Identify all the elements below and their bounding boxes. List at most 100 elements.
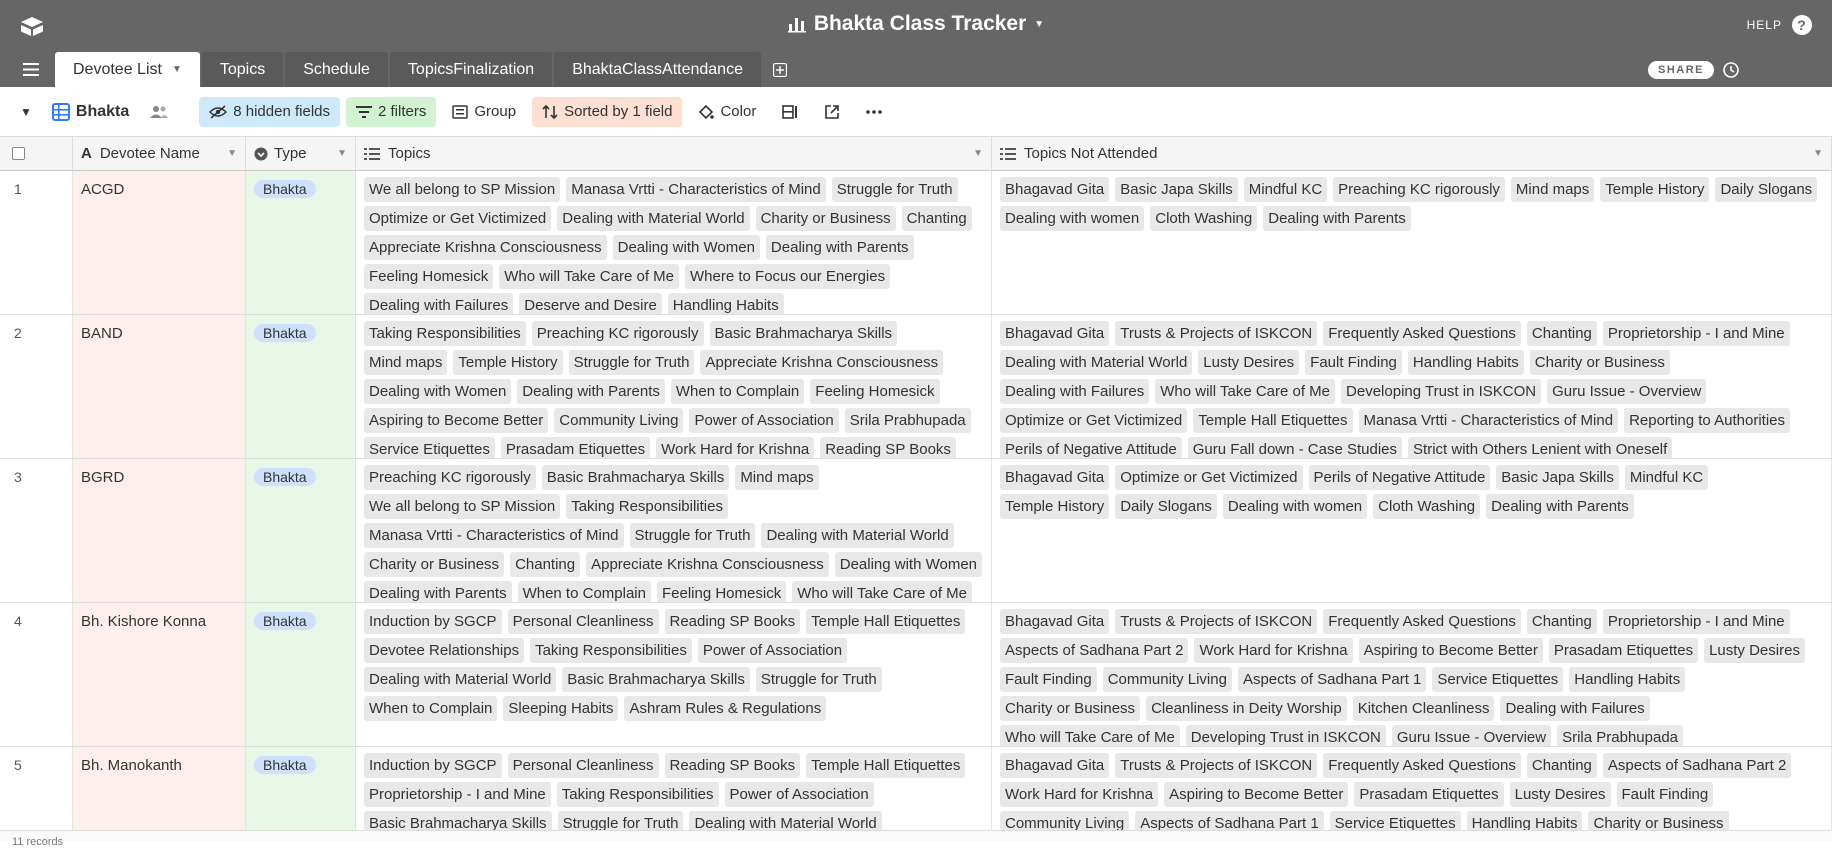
not-attended-topic-chip: Bhagavad Gita: [1000, 465, 1110, 490]
devotee-name-cell[interactable]: Bh. Kishore Konna: [73, 603, 246, 746]
topics-not-attended-cell[interactable]: Bhagavad Gita Trusts & Projects of ISKCON…: [992, 315, 1832, 458]
topic-chip: Taking Responsibilities: [530, 638, 692, 663]
select-all-checkbox[interactable]: [12, 147, 25, 160]
not-attended-topic-chip: Trusts & Projects of ISKCON: [1115, 753, 1318, 778]
topic-chip: Service Etiquettes: [364, 437, 495, 458]
more-options-button[interactable]: [856, 97, 892, 127]
topics-cell[interactable]: We all belong to SP Mission Manasa Vrtti …: [356, 171, 992, 314]
column-label: Topics: [388, 145, 431, 162]
not-attended-topic-chip: Perils of Negative Attitude: [1000, 437, 1182, 458]
group-button[interactable]: Group: [442, 97, 526, 127]
not-attended-topic-chip: Dealing with Parents: [1486, 494, 1634, 519]
group-icon: [452, 104, 469, 119]
topic-chip: Mind maps: [364, 350, 448, 375]
sort-button[interactable]: Sorted by 1 field: [532, 96, 683, 127]
not-attended-topic-chip: Dealing with Failures: [1000, 379, 1150, 404]
not-attended-topic-chip: Work Hard for Krishna: [1000, 782, 1159, 807]
not-attended-topic-chip: Mindful KC: [1243, 177, 1328, 202]
type-chip: Bhakta: [254, 612, 316, 630]
chevron-down-icon[interactable]: ▼: [1813, 148, 1823, 159]
topics-cell[interactable]: Induction by SGCP Personal Cleanliness Rea…: [356, 603, 992, 746]
devotee-name-cell[interactable]: ACGD: [73, 171, 246, 314]
devotee-name-cell[interactable]: BGRD: [73, 459, 246, 602]
not-attended-topic-chip: Mind maps: [1510, 177, 1595, 202]
not-attended-topic-list: Bhagavad Gita Basic Japa Skills Mindful KC…: [1000, 177, 1823, 231]
column-header-type[interactable]: Type ▼: [246, 137, 356, 171]
not-attended-topic-chip: Mindful KC: [1624, 465, 1709, 490]
topics-not-attended-cell[interactable]: Bhagavad Gita Basic Japa Skills Mindful KC…: [992, 171, 1832, 314]
view-sidebar-toggle-icon[interactable]: ▼: [20, 105, 32, 119]
eye-slash-icon: [209, 104, 228, 119]
not-attended-topic-chip: Daily Slogans: [1715, 177, 1818, 202]
tab-bhakta-class-attendance[interactable]: BhaktaClassAttendance: [554, 52, 761, 87]
topic-list: We all belong to SP Mission Manasa Vrtti …: [364, 177, 983, 314]
topic-chip: Dealing with Material World: [557, 206, 750, 231]
tab-topics-finalization[interactable]: TopicsFinalization: [389, 52, 553, 87]
chevron-down-icon[interactable]: ▼: [973, 148, 983, 159]
menu-icon[interactable]: [23, 63, 39, 76]
topics-not-attended-cell[interactable]: Bhagavad Gita Trusts & Projects of ISKCON…: [992, 603, 1832, 746]
row-number: 1: [0, 171, 73, 314]
hidden-fields-button[interactable]: 8 hidden fields: [199, 96, 340, 127]
table-row[interactable]: 1 ACGD Bhakta We all belong to SP Mission Ma…: [0, 171, 1832, 315]
chevron-down-icon[interactable]: ▼: [337, 148, 347, 159]
topic-chip: Temple Hall Etiquettes: [806, 753, 966, 778]
column-header-devotee-name[interactable]: A Devotee Name ▼: [73, 137, 246, 171]
add-table-button[interactable]: [763, 52, 797, 87]
topic-chip: Charity or Business: [755, 206, 896, 231]
not-attended-topic-chip: Temple Hall Etiquettes: [1193, 408, 1353, 433]
topics-not-attended-cell[interactable]: Bhagavad Gita Trusts & Projects of ISKCON…: [992, 747, 1832, 830]
chevron-down-icon[interactable]: ▼: [227, 148, 237, 159]
collaborators-icon[interactable]: [149, 105, 169, 119]
not-attended-topic-chip: Temple History: [1600, 177, 1710, 202]
single-select-icon: [254, 147, 268, 160]
topic-chip: Manasa Vrtti - Characteristics of Mind: [364, 523, 624, 548]
type-cell[interactable]: Bhakta: [246, 603, 356, 746]
type-cell[interactable]: Bhakta: [246, 747, 356, 830]
not-attended-topic-chip: Chanting: [1526, 753, 1597, 778]
share-button[interactable]: SHARE: [1647, 61, 1714, 79]
table-row[interactable]: 4 Bh. Kishore Konna Bhakta Induction by SGC…: [0, 603, 1832, 747]
topic-list: Induction by SGCP Personal Cleanliness Rea…: [364, 753, 983, 830]
not-attended-topic-chip: Handling Habits: [1407, 350, 1524, 375]
topics-not-attended-cell[interactable]: Bhagavad Gita Optimize or Get Victimized P…: [992, 459, 1832, 602]
filter-button[interactable]: 2 filters: [346, 96, 437, 127]
multiple-select-icon: [1000, 147, 1016, 160]
base-title-button[interactable]: Bhakta Class Tracker ▼: [787, 12, 1044, 36]
devotee-name-cell[interactable]: BAND: [73, 315, 246, 458]
topics-cell[interactable]: Induction by SGCP Personal Cleanliness Rea…: [356, 747, 992, 830]
not-attended-topic-chip: Proprietorship - I and Mine: [1602, 321, 1790, 346]
type-cell[interactable]: Bhakta: [246, 171, 356, 314]
share-view-button[interactable]: [814, 97, 850, 127]
tab-schedule[interactable]: Schedule: [285, 52, 388, 87]
table-row[interactable]: 3 BGRD Bhakta Preaching KC rigorously Basic …: [0, 459, 1832, 603]
table-row[interactable]: 5 Bh. Manokanth Bhakta Induction by SGCP Per…: [0, 747, 1832, 830]
topics-cell[interactable]: Taking Responsibilities Preaching KC rigo…: [356, 315, 992, 458]
topic-chip: Reading SP Books: [820, 437, 956, 458]
tab-topics[interactable]: Topics: [201, 52, 284, 87]
chevron-down-icon[interactable]: ▼: [172, 64, 182, 75]
topic-chip: Manasa Vrtti - Characteristics of Mind: [566, 177, 826, 202]
tab-devotee-list[interactable]: Devotee List ▼: [55, 52, 200, 87]
type-cell[interactable]: Bhakta: [246, 315, 356, 458]
devotee-name-cell[interactable]: Bh. Manokanth: [73, 747, 246, 830]
not-attended-topic-chip: Dealing with Failures: [1500, 696, 1650, 721]
topic-chip: Dealing with Parents: [765, 235, 914, 260]
history-icon[interactable]: [1722, 61, 1740, 79]
row-height-button[interactable]: [772, 97, 808, 127]
not-attended-topic-chip: Aspiring to Become Better: [1358, 638, 1543, 663]
help-button[interactable]: HELP ?: [1747, 15, 1812, 35]
topics-cell[interactable]: Preaching KC rigorously Basic Brahmachary…: [356, 459, 992, 602]
topic-chip: Induction by SGCP: [364, 609, 502, 634]
column-header-topics-not-attended[interactable]: Topics Not Attended ▼: [992, 137, 1832, 171]
view-switcher[interactable]: Bhakta: [42, 97, 179, 127]
topic-chip: We all belong to SP Mission: [364, 494, 561, 519]
column-header-topics[interactable]: Topics ▼: [356, 137, 992, 171]
color-button[interactable]: Color: [688, 97, 766, 127]
table-row[interactable]: 2 BAND Bhakta Taking Responsibilities Preach…: [0, 315, 1832, 459]
type-cell[interactable]: Bhakta: [246, 459, 356, 602]
not-attended-topic-chip: Preaching KC rigorously: [1333, 177, 1505, 202]
topic-chip: Community Living: [554, 408, 684, 433]
topic-chip: Sleeping Habits: [503, 696, 619, 721]
not-attended-topic-chip: Dealing with Material World: [1000, 350, 1193, 375]
